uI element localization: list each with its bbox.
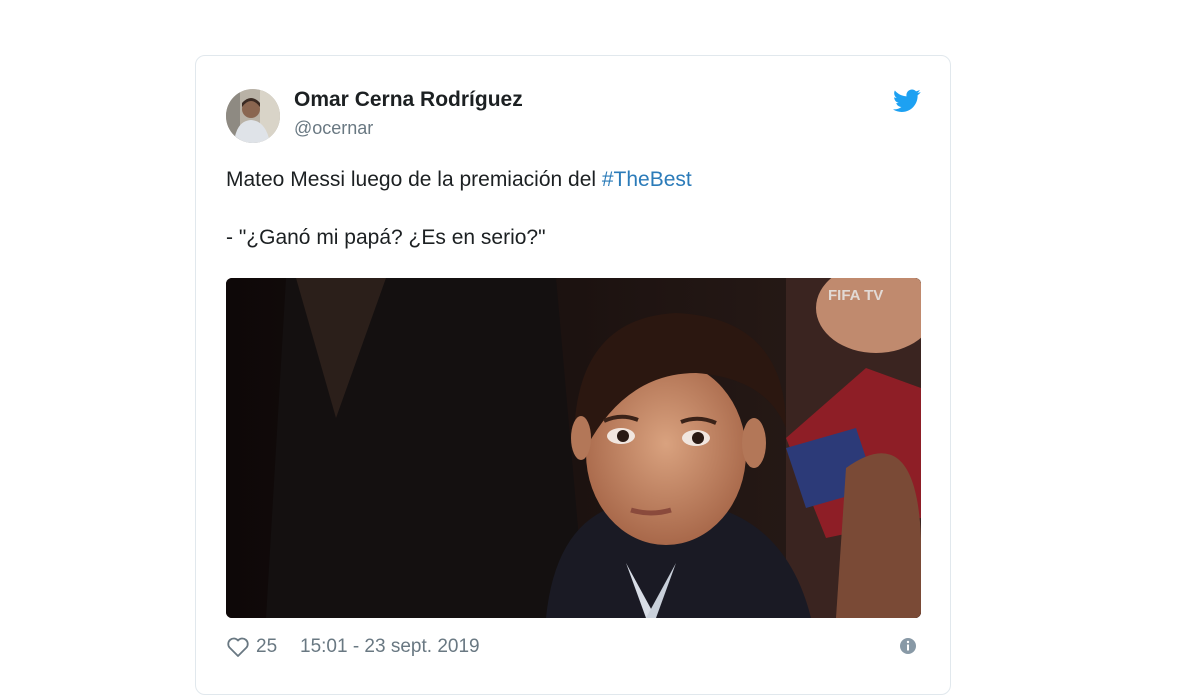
info-icon[interactable] [899, 637, 917, 655]
heart-icon[interactable] [226, 636, 250, 658]
author-handle[interactable]: @ocernar [294, 118, 373, 139]
tweet-text-line2: - "¿Ganó mi papá? ¿Es en serio?" [226, 226, 546, 249]
tweet-media[interactable]: FIFA TV [226, 278, 921, 618]
twitter-bird-icon[interactable] [893, 89, 921, 113]
like-count[interactable]: 25 [256, 636, 277, 658]
tweet-card: Omar Cerna Rodríguez @ocernar Mateo Mess… [195, 55, 951, 695]
avatar[interactable] [226, 89, 280, 143]
author-name[interactable]: Omar Cerna Rodríguez [294, 88, 523, 112]
media-watermark: FIFA TV [828, 287, 883, 304]
tweet-text: Mateo Messi luego de la premiación del #… [226, 166, 692, 252]
avatar-photo [226, 89, 280, 143]
media-image: FIFA TV [226, 278, 921, 618]
timestamp-link[interactable]: 15:01 - 23 sept. 2019 [300, 636, 480, 658]
tweet-text-line1: Mateo Messi luego de la premiación del [226, 168, 602, 191]
tweet-footer: 25 15:01 - 23 sept. 2019 [226, 634, 921, 658]
hashtag-link[interactable]: #TheBest [602, 168, 692, 191]
